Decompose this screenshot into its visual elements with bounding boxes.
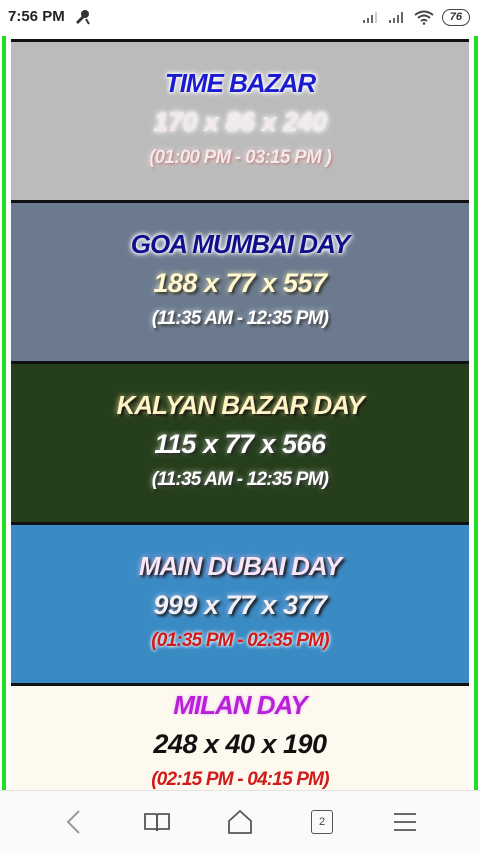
results-list: TIME BAZAR 170 x 86 x 240 (01:00 PM - 03… — [11, 39, 469, 791]
tabs-icon: 2 — [311, 810, 333, 834]
card-time-bazar: TIME BAZAR 170 x 86 x 240 (01:00 PM - 03… — [11, 39, 469, 200]
market-hours: (11:35 AM - 12:35 PM) — [151, 308, 329, 329]
market-title: KALYAN BAZAR DAY — [116, 390, 365, 420]
browser-bottom-bar: 2 — [0, 790, 480, 853]
market-hours: (11:35 AM - 12:35 PM) — [151, 469, 329, 490]
wifi-icon — [414, 10, 434, 25]
tabs-button[interactable]: 2 — [305, 805, 339, 839]
status-bar: 7:56 PM 76 — [0, 0, 480, 36]
market-numbers: 115 x 77 x 566 — [154, 429, 326, 459]
battery-icon: 76 — [441, 8, 470, 26]
notification-app-icon — [76, 10, 90, 25]
card-main-dubai-day: MAIN DUBAI DAY 999 x 77 x 377 (01:35 PM … — [11, 522, 469, 683]
left-green-border — [2, 36, 6, 791]
market-numbers: 248 x 40 x 190 — [153, 729, 327, 759]
bookmarks-button[interactable] — [140, 805, 174, 839]
market-hours: (01:35 PM - 02:35 PM) — [151, 630, 329, 651]
web-page-content: TIME BAZAR 170 x 86 x 240 (01:00 PM - 03… — [0, 36, 480, 791]
back-button[interactable] — [57, 805, 91, 839]
menu-button[interactable] — [388, 805, 422, 839]
home-button[interactable] — [223, 805, 257, 839]
status-indicators: 76 — [362, 7, 470, 27]
card-goa-mumbai-day: GOA MUMBAI DAY 188 x 77 x 557 (11:35 AM … — [11, 200, 469, 361]
right-green-border — [474, 36, 478, 791]
market-title: TIME BAZAR — [164, 68, 316, 98]
market-title: MILAN DAY — [173, 690, 308, 720]
home-icon — [228, 810, 252, 834]
signal-icon-2 — [388, 12, 403, 23]
status-time: 7:56 PM — [8, 8, 65, 25]
market-title: GOA MUMBAI DAY — [130, 229, 351, 259]
market-title: MAIN DUBAI DAY — [138, 551, 342, 581]
bookmarks-icon — [144, 813, 170, 832]
market-numbers: 188 x 77 x 557 — [153, 268, 327, 298]
market-numbers: 999 x 77 x 377 — [153, 590, 327, 620]
card-milan-day: MILAN DAY 248 x 40 x 190 (02:15 PM - 04:… — [11, 683, 469, 791]
market-hours: (01:00 PM - 03:15 PM ) — [149, 147, 332, 168]
market-numbers: 170 x 86 x 240 — [153, 107, 327, 137]
back-icon — [66, 810, 80, 834]
card-kalyan-bazar-day: KALYAN BAZAR DAY 115 x 77 x 566 (11:35 A… — [11, 361, 469, 522]
tabs-count: 2 — [318, 816, 326, 828]
menu-icon — [394, 813, 416, 831]
signal-icon — [362, 12, 377, 23]
market-hours: (02:15 PM - 04:15 PM) — [151, 769, 329, 790]
